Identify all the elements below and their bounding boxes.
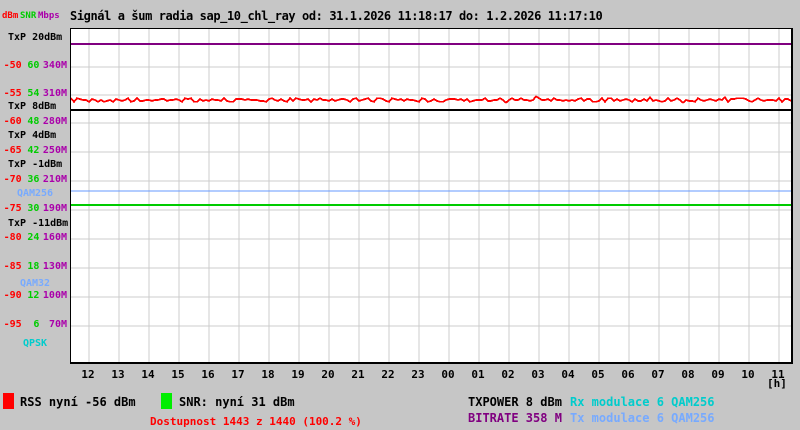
mrtg-signal-graph-page: dBm SNR Mbps Signál a šum radia sap_10_c… bbox=[0, 0, 800, 430]
y-axis-scale-row: -60 48 280M bbox=[0, 116, 70, 128]
y-tick-snr: 48 bbox=[27, 116, 40, 127]
y-tick-dbm: -95 bbox=[3, 319, 22, 330]
x-tick-label: 02 bbox=[501, 368, 515, 381]
y-axis-modulation-mark: QAM256 bbox=[16, 188, 54, 199]
y-tick-mbps: 280M bbox=[42, 116, 67, 127]
x-tick-label: 04 bbox=[561, 368, 575, 381]
x-tick-label: 14 bbox=[141, 368, 155, 381]
y-tick-mbps: 70M bbox=[48, 319, 67, 330]
y-tick-snr: 30 bbox=[27, 203, 40, 214]
x-tick-label: 06 bbox=[621, 368, 635, 381]
y-tick-mbps: 340M bbox=[42, 60, 67, 71]
page-title: Signál a šum radia sap_10_chl_ray od: 31… bbox=[70, 9, 603, 23]
y-axis-scale-row: -65 42 250M bbox=[0, 145, 70, 157]
x-tick-label: 03 bbox=[531, 368, 545, 381]
y-tick-dbm: -55 bbox=[3, 88, 22, 99]
y-tick-dbm: -90 bbox=[3, 290, 22, 301]
y-axis-scale-row: -55 54 310M bbox=[0, 88, 70, 100]
y-tick-mbps: 250M bbox=[42, 145, 67, 156]
rx-modulation-label: Rx modulace 6 QAM256 bbox=[570, 395, 715, 409]
x-tick-label: 09 bbox=[711, 368, 725, 381]
x-tick-label: 19 bbox=[291, 368, 305, 381]
x-tick-label: 10 bbox=[741, 368, 755, 381]
x-tick-label: 13 bbox=[111, 368, 125, 381]
x-tick-label: 22 bbox=[381, 368, 395, 381]
y-tick-snr: 36 bbox=[27, 174, 40, 185]
x-tick-label: 16 bbox=[201, 368, 215, 381]
y-tick-snr: 6 bbox=[33, 319, 40, 330]
x-tick-label: 05 bbox=[591, 368, 605, 381]
x-tick-label: 21 bbox=[351, 368, 365, 381]
y-axis-scale-row: -95 6 70M bbox=[0, 319, 70, 331]
y-tick-mbps: 210M bbox=[42, 174, 67, 185]
y-tick-mbps: 100M bbox=[42, 290, 67, 301]
y-axis-scale-row: -80 24 160M bbox=[0, 232, 70, 244]
y-tick-snr: 18 bbox=[27, 261, 40, 272]
x-tick-label: 07 bbox=[651, 368, 665, 381]
x-tick-label: 15 bbox=[171, 368, 185, 381]
rss-legend-swatch bbox=[3, 393, 14, 409]
y-axis-txp-mark: TxP -11dBm bbox=[8, 218, 69, 229]
y-axis-txp-mark: TxP 4dBm bbox=[8, 130, 57, 141]
y-axis-scale-row: -90 12 100M bbox=[0, 290, 70, 302]
y-axis-labels: TxP 20dBm -50 60 340M -55 54 310M TxP 8dBm -60 48… bbox=[0, 0, 70, 390]
y-tick-snr: 60 bbox=[27, 60, 40, 71]
y-tick-snr: 54 bbox=[27, 88, 40, 99]
y-axis-txp-mark: TxP 20dBm bbox=[8, 32, 63, 43]
snr-legend-label: SNR: nyní 31 dBm bbox=[179, 395, 295, 409]
x-tick-label: 12 bbox=[81, 368, 95, 381]
x-tick-label: 01 bbox=[471, 368, 485, 381]
y-tick-dbm: -50 bbox=[3, 60, 22, 71]
y-tick-dbm: -75 bbox=[3, 203, 22, 214]
x-axis-unit-hours: [h] bbox=[767, 377, 787, 390]
x-tick-label: 00 bbox=[441, 368, 455, 381]
tx-modulation-label: Tx modulace 6 QAM256 bbox=[570, 411, 715, 425]
chart-canvas bbox=[71, 29, 791, 362]
availability-label: Dostupnost 1443 z 1440 (100.2 %) bbox=[150, 415, 362, 428]
y-axis-txp-mark: TxP -1dBm bbox=[8, 159, 63, 170]
y-tick-mbps: 310M bbox=[42, 88, 67, 99]
y-tick-dbm: -80 bbox=[3, 232, 22, 243]
rss-legend-label: RSS nyní -56 dBm bbox=[20, 395, 136, 409]
txpower-label: TXPOWER 8 dBm bbox=[468, 395, 562, 409]
y-axis-scale-row: -85 18 130M bbox=[0, 261, 70, 273]
y-tick-dbm: -65 bbox=[3, 145, 22, 156]
x-tick-label: 17 bbox=[231, 368, 245, 381]
bitrate-label: BITRATE 358 M bbox=[468, 411, 562, 425]
y-tick-snr: 12 bbox=[27, 290, 40, 301]
y-tick-snr: 42 bbox=[27, 145, 40, 156]
y-tick-mbps: 160M bbox=[42, 232, 67, 243]
y-tick-dbm: -85 bbox=[3, 261, 22, 272]
x-tick-label: 23 bbox=[411, 368, 425, 381]
y-axis-txp-mark: TxP 8dBm bbox=[8, 101, 57, 112]
y-axis-scale-row: -50 60 340M bbox=[0, 60, 70, 72]
y-tick-mbps: 130M bbox=[42, 261, 67, 272]
snr-legend-swatch bbox=[161, 393, 172, 409]
y-axis-scale-row: -70 36 210M bbox=[0, 174, 70, 186]
y-tick-snr: 24 bbox=[27, 232, 40, 243]
signal-noise-plot bbox=[70, 28, 793, 364]
y-tick-dbm: -70 bbox=[3, 174, 22, 185]
y-axis-modulation-mark: QAM32 bbox=[19, 278, 51, 289]
x-tick-label: 08 bbox=[681, 368, 695, 381]
x-tick-label: 20 bbox=[321, 368, 335, 381]
x-tick-label: 18 bbox=[261, 368, 275, 381]
y-axis-scale-row: -75 30 190M bbox=[0, 203, 70, 215]
y-axis-modulation-mark: QPSK bbox=[22, 338, 48, 349]
y-tick-mbps: 190M bbox=[42, 203, 67, 214]
y-tick-dbm: -60 bbox=[3, 116, 22, 127]
